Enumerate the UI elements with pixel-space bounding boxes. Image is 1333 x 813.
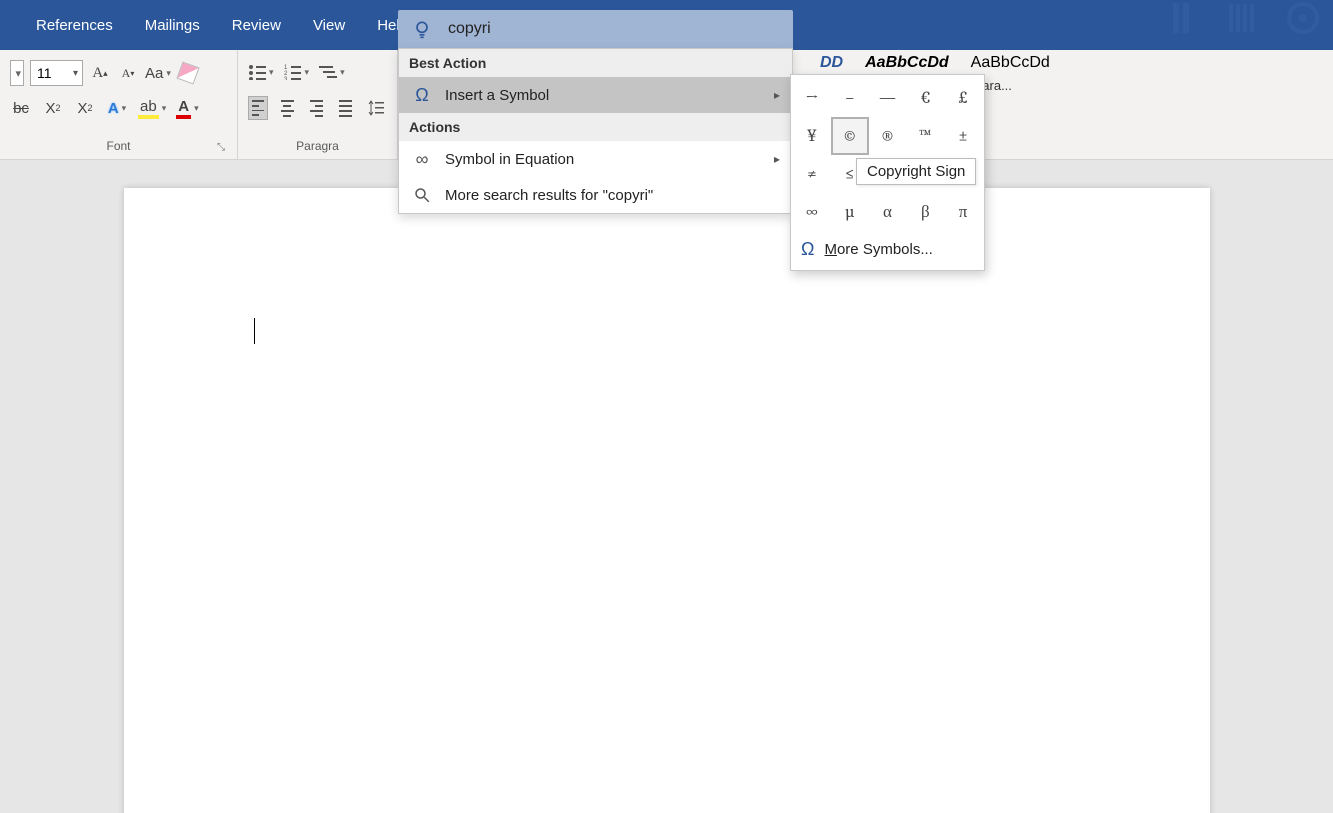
more-results-item[interactable]: More search results for "copyri" <box>399 177 792 213</box>
infinity-icon: ∞ <box>409 149 435 170</box>
clear-formatting-button[interactable] <box>177 61 199 85</box>
font-group-label: Font ⤡ <box>10 139 227 157</box>
submenu-arrow-icon: ▸ <box>774 88 780 102</box>
style-preview: DD <box>820 54 843 72</box>
align-left-button[interactable] <box>248 96 268 120</box>
text-cursor <box>254 318 255 344</box>
symbol-cell[interactable]: – <box>831 79 869 117</box>
paragraph-group-label: Paragra <box>248 139 387 157</box>
item-label: Symbol in Equation <box>445 151 574 168</box>
tab-review[interactable]: Review <box>216 11 297 40</box>
align-justify-button[interactable] <box>336 96 355 120</box>
item-label: More search results for "copyri" <box>445 187 653 204</box>
line-spacing-button[interactable] <box>365 96 387 120</box>
symbol-cell[interactable]: β <box>906 193 944 231</box>
font-size-combo[interactable]: 11 ▾ <box>30 60 83 86</box>
symbol-cell[interactable]: £ <box>944 79 982 117</box>
svg-text:3: 3 <box>284 77 288 80</box>
symbol-cell[interactable]: ± <box>944 117 982 155</box>
tell-me-dropdown: Best Action Ω Insert a Symbol ▸ Actions … <box>398 48 793 214</box>
symbol-in-equation-item[interactable]: ∞ Symbol in Equation ▸ <box>399 141 792 177</box>
actions-header: Actions <box>399 113 792 141</box>
symbol-cell[interactable]: α <box>869 193 907 231</box>
symbol-cell[interactable]: µ <box>831 193 869 231</box>
ribbon-tabs: References Mailings Review View Help <box>0 11 424 40</box>
more-symbols-label: More Symbols... <box>824 241 932 258</box>
tab-mailings[interactable]: Mailings <box>129 11 216 40</box>
page[interactable] <box>124 188 1210 813</box>
titlebar-decorations <box>1163 0 1323 38</box>
shrink-font-button[interactable]: A▾ <box>117 61 139 85</box>
symbol-cell[interactable]: ∞ <box>793 193 831 231</box>
symbol-cell[interactable]: © <box>831 117 869 155</box>
font-size-value: 11 <box>31 65 52 81</box>
symbol-cell[interactable]: → <box>793 79 831 117</box>
grow-font-button[interactable]: A▴ <box>89 61 111 85</box>
best-action-header: Best Action <box>399 49 792 77</box>
tab-view[interactable]: View <box>297 11 361 40</box>
style-preview: AaBbCcDd <box>971 54 1050 72</box>
tell-me-search[interactable] <box>398 10 793 48</box>
deco-icon <box>1163 0 1203 38</box>
symbol-grid: →–—€£¥©®™±≠≤≥÷×∞µαβπ <box>793 79 982 231</box>
omega-icon: Ω <box>409 85 435 106</box>
align-center-button[interactable] <box>278 96 297 120</box>
chevron-down-icon: ▾ <box>67 68 82 79</box>
highlight-button[interactable]: ab▾ <box>138 96 166 120</box>
document-area <box>0 160 1333 813</box>
insert-symbol-item[interactable]: Ω Insert a Symbol ▸ <box>399 77 792 113</box>
numbering-button[interactable]: 123▾ <box>284 60 310 84</box>
submenu-arrow-icon: ▸ <box>774 152 780 166</box>
search-icon <box>409 186 435 204</box>
font-color-button[interactable]: A▾ <box>176 96 198 120</box>
dialog-launcher-icon[interactable]: ⤡ <box>217 142 225 153</box>
symbol-cell[interactable]: — <box>869 79 907 117</box>
symbol-cell[interactable]: π <box>944 193 982 231</box>
more-symbols-item[interactable]: Ω More Symbols... <box>793 231 982 266</box>
superscript-button[interactable]: X2 <box>74 96 96 120</box>
omega-icon: Ω <box>801 239 814 260</box>
lightbulb-icon <box>412 19 432 39</box>
bullets-button[interactable]: ▾ <box>248 60 274 84</box>
font-name-combo[interactable]: ▾ <box>10 60 24 86</box>
item-label: Insert a Symbol <box>445 87 549 104</box>
symbol-cell[interactable]: ¥ <box>793 117 831 155</box>
change-case-button[interactable]: Aa▾ <box>145 61 171 85</box>
tooltip: Copyright Sign <box>856 158 976 185</box>
style-preview: AaBbCcDd <box>865 54 949 72</box>
deco-icon <box>1283 0 1323 38</box>
tab-references[interactable]: References <box>20 11 129 40</box>
paragraph-group: ▾ 123▾ ▾ Paragra <box>238 50 398 159</box>
symbol-cell[interactable]: ™ <box>906 117 944 155</box>
symbol-cell[interactable]: € <box>906 79 944 117</box>
align-right-button[interactable] <box>307 96 326 120</box>
deco-icon <box>1223 0 1263 38</box>
symbol-cell[interactable]: ® <box>869 117 907 155</box>
symbol-cell[interactable]: ≠ <box>793 155 831 193</box>
titlebar: References Mailings Review View Help <box>0 0 1333 50</box>
subscript-button[interactable]: X2 <box>42 96 64 120</box>
text-effects-button[interactable]: A▾ <box>106 96 128 120</box>
font-group: ▾ 11 ▾ A▴ A▾ Aa▾ bc X2 X2 A▾ ab▾ A▾ Font <box>0 50 238 159</box>
multilevel-list-button[interactable]: ▾ <box>319 60 345 84</box>
strikethrough-button[interactable]: bc <box>10 96 32 120</box>
tell-me-input[interactable] <box>448 20 748 38</box>
